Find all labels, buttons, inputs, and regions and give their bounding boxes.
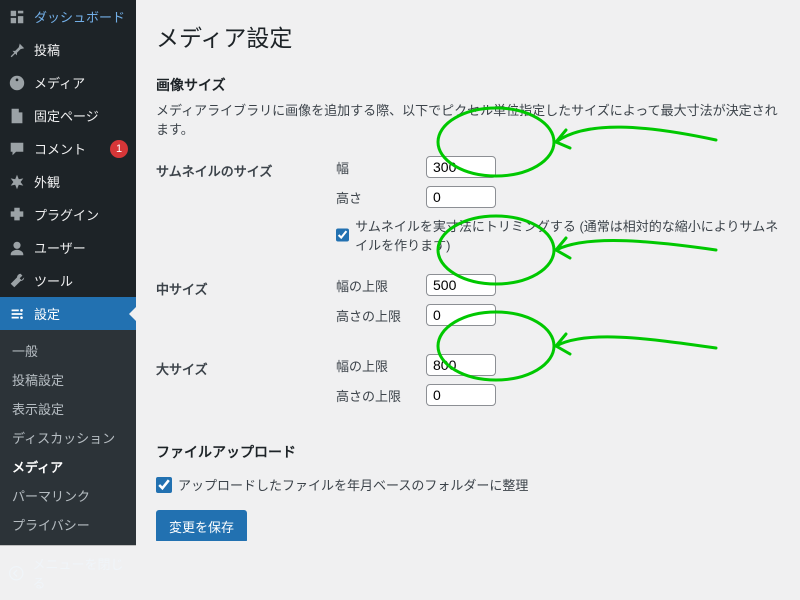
submenu-item-writing[interactable]: 投稿設定 <box>0 365 136 394</box>
sidebar-item-label: プラグイン <box>34 205 128 224</box>
submenu-item-general[interactable]: 一般 <box>0 336 136 365</box>
dashboard-icon <box>8 8 26 26</box>
comment-icon <box>8 140 26 158</box>
sidebar-item-label: ダッシュボード <box>34 7 128 26</box>
sidebar-item-users[interactable]: ユーザー <box>0 231 136 264</box>
large-width-label: 幅の上限 <box>336 356 416 375</box>
sidebar-item-label: 固定ページ <box>34 106 128 125</box>
thumb-width-label: 幅 <box>336 158 416 177</box>
section-upload: ファイルアップロード <box>156 424 780 465</box>
thumb-heading: サムネイルのサイズ <box>156 146 336 264</box>
sidebar-item-pages[interactable]: 固定ページ <box>0 99 136 132</box>
tools-icon <box>8 272 26 290</box>
settings-submenu: 一般 投稿設定 表示設定 ディスカッション メディア パーマリンク プライバシー <box>0 330 136 545</box>
large-heading: 大サイズ <box>156 344 336 424</box>
submenu-item-discussion[interactable]: ディスカッション <box>0 423 136 452</box>
upload-org-checkbox[interactable] <box>156 477 172 493</box>
large-height-label: 高さの上限 <box>336 386 416 405</box>
user-icon <box>8 239 26 257</box>
sidebar-item-appearance[interactable]: 外観 <box>0 165 136 198</box>
sidebar-item-label: 外観 <box>34 172 128 191</box>
pin-icon <box>8 41 26 59</box>
medium-heading: 中サイズ <box>156 264 336 344</box>
large-width-input[interactable] <box>426 354 496 376</box>
submenu-item-privacy[interactable]: プライバシー <box>0 510 136 539</box>
sidebar-item-comments[interactable]: コメント 1 <box>0 132 136 165</box>
sidebar-item-label: メディア <box>34 73 128 92</box>
sidebar-item-label: ユーザー <box>34 238 128 257</box>
collapse-icon <box>8 564 25 582</box>
comment-badge: 1 <box>110 140 128 158</box>
submenu-item-reading[interactable]: 表示設定 <box>0 394 136 423</box>
sidebar-item-plugins[interactable]: プラグイン <box>0 198 136 231</box>
admin-sidebar: ダッシュボード 投稿 メディア 固定ページ コメント 1 外観 プラグイン ユー… <box>0 0 136 541</box>
sidebar-item-settings[interactable]: 設定 <box>0 297 136 330</box>
thumb-crop-checkbox[interactable] <box>336 227 349 243</box>
upload-org-label: アップロードしたファイルを年月ベースのフォルダーに整理 <box>178 475 528 494</box>
collapse-menu[interactable]: メニューを閉じる <box>0 545 136 600</box>
sidebar-item-media[interactable]: メディア <box>0 66 136 99</box>
medium-width-input[interactable] <box>426 274 496 296</box>
page-title: メディア設定 <box>156 10 780 57</box>
medium-width-label: 幅の上限 <box>336 276 416 295</box>
sidebar-item-label: 投稿 <box>34 40 128 59</box>
main-content: メディア設定 画像サイズ メディアライブラリに画像を追加する際、以下でピクセル単… <box>136 0 800 541</box>
sidebar-item-dashboard[interactable]: ダッシュボード <box>0 0 136 33</box>
thumb-width-input[interactable] <box>426 156 496 178</box>
section-image-sizes: 画像サイズ <box>156 57 780 98</box>
thumb-height-label: 高さ <box>336 188 416 207</box>
sidebar-item-label: コメント <box>34 139 102 158</box>
settings-icon <box>8 305 26 323</box>
collapse-label: メニューを閉じる <box>33 554 128 592</box>
large-height-input[interactable] <box>426 384 496 406</box>
appearance-icon <box>8 173 26 191</box>
save-button[interactable]: 変更を保存 <box>156 510 247 541</box>
media-settings-form: サムネイルのサイズ 幅 高さ サムネイルを実寸法にトリミングする (通常は相対的… <box>156 146 780 424</box>
page-icon <box>8 107 26 125</box>
sidebar-item-tools[interactable]: ツール <box>0 264 136 297</box>
medium-height-input[interactable] <box>426 304 496 326</box>
sidebar-item-label: 設定 <box>34 304 128 323</box>
medium-height-label: 高さの上限 <box>336 306 416 325</box>
sidebar-item-label: ツール <box>34 271 128 290</box>
submenu-item-permalink[interactable]: パーマリンク <box>0 481 136 510</box>
section-image-desc: メディアライブラリに画像を追加する際、以下でピクセル単位指定したサイズによって最… <box>156 98 780 146</box>
plugin-icon <box>8 206 26 224</box>
media-icon <box>8 74 26 92</box>
sidebar-item-posts[interactable]: 投稿 <box>0 33 136 66</box>
submenu-item-media[interactable]: メディア <box>0 452 136 481</box>
thumb-height-input[interactable] <box>426 186 496 208</box>
thumb-crop-label: サムネイルを実寸法にトリミングする (通常は相対的な縮小によりサムネイルを作りま… <box>355 216 780 254</box>
